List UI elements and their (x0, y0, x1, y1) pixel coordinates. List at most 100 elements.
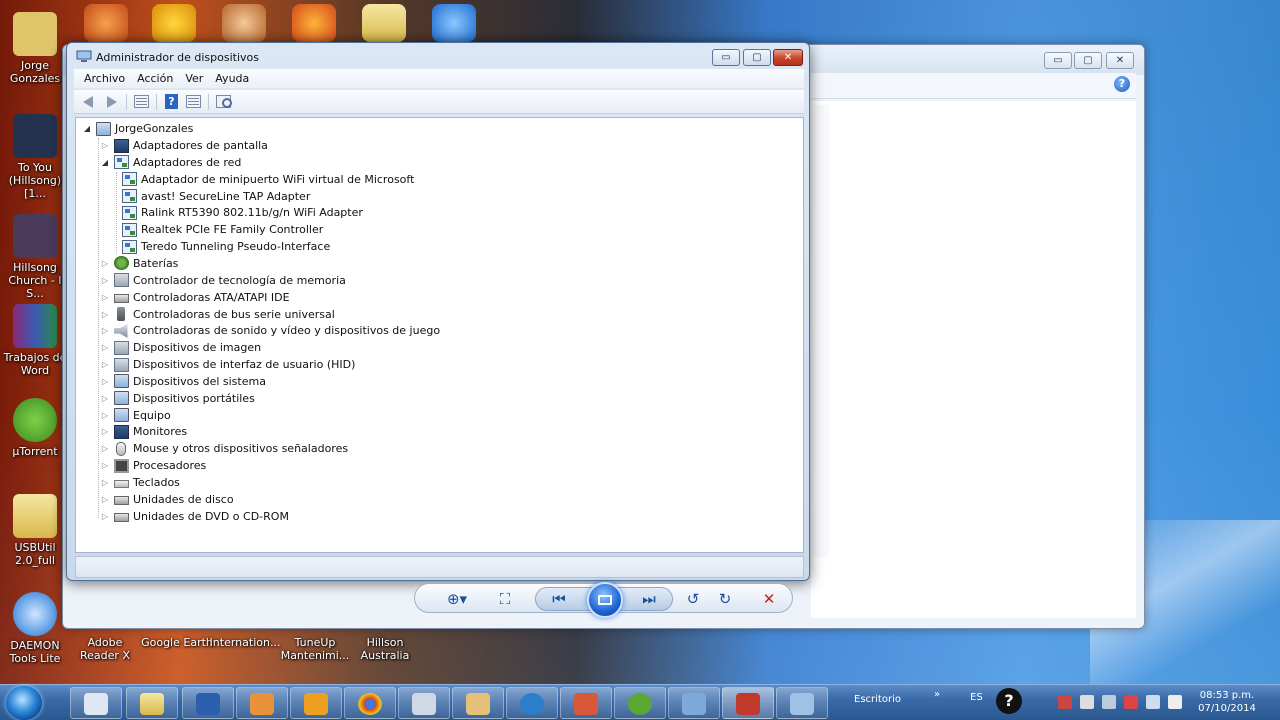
tree-category[interactable]: ▷ Controladoras de bus serie universal (100, 306, 335, 323)
taskbar-explorer[interactable] (126, 687, 178, 719)
slideshow-button[interactable] (587, 582, 623, 618)
expand-icon[interactable]: ▷ (100, 411, 110, 420)
maximize-button[interactable]: ▢ (743, 49, 771, 66)
tree-child-item[interactable]: Realtek PCIe FE Family Controller (118, 221, 323, 238)
taskbar-app-12[interactable] (668, 687, 720, 719)
signal-icon[interactable] (1146, 695, 1160, 709)
tree-category[interactable]: ▷ Controladoras ATA/ATAPI IDE (100, 289, 290, 306)
tray-icon[interactable] (1058, 695, 1072, 709)
tree-category[interactable]: ▷ Dispositivos portátiles (100, 390, 255, 407)
tree-child-item[interactable]: Teredo Tunneling Pseudo-Interface (118, 238, 330, 255)
rotate-right-icon[interactable]: ↻ (713, 589, 737, 609)
taskbar-app-10[interactable] (560, 687, 612, 719)
help-icon[interactable]: ? (1114, 76, 1130, 92)
tree-category[interactable]: ▷ Dispositivos de interfaz de usuario (HI… (100, 356, 355, 373)
tree-category[interactable]: ▷ Equipo (100, 407, 171, 424)
desktop-toolbar-label[interactable]: Escritorio (854, 694, 901, 705)
tray-icon[interactable] (1080, 695, 1094, 709)
taskbar-app-7[interactable] (398, 687, 450, 719)
volume-icon[interactable] (1102, 695, 1116, 709)
tree-category[interactable]: ▷ Unidades de disco (100, 491, 234, 508)
tree-category[interactable]: ▷ Teclados (100, 474, 180, 491)
window-titlebar[interactable]: Administrador de dispositivos ▭ ▢ ✕ (67, 43, 809, 69)
network-warning-icon[interactable] (1124, 695, 1138, 709)
collapse-icon[interactable]: ◢ (82, 124, 92, 133)
tree-child-item[interactable]: Ralink RT5390 802.11b/g/n WiFi Adapter (118, 204, 363, 221)
desktop-icon-top-1[interactable] (84, 4, 128, 42)
menu-archivo[interactable]: Archivo (78, 72, 131, 85)
tree-child-item[interactable]: Adaptador de minipuerto WiFi virtual de … (118, 171, 414, 188)
folder-icon[interactable] (362, 4, 406, 42)
desktop-icon-adobe-reader[interactable]: Adobe Reader X (68, 636, 142, 662)
desktop-icon-google-earth[interactable]: Google Earth (138, 636, 216, 649)
expand-icon[interactable]: ▷ (100, 343, 110, 352)
tree-root[interactable]: ◢ JorgeGonzales (82, 120, 193, 137)
scan-hardware-icon[interactable] (214, 93, 233, 110)
taskbar-utorrent[interactable] (614, 687, 666, 719)
expand-icon[interactable]: ▷ (100, 461, 110, 470)
view-icon[interactable] (184, 93, 203, 110)
expand-icon[interactable]: ▷ (100, 259, 110, 268)
taskbar-photo-viewer[interactable] (776, 687, 828, 719)
rotate-left-icon[interactable]: ↺ (681, 589, 705, 609)
expand-icon[interactable]: ▷ (100, 495, 110, 504)
tree-category[interactable]: ▷ Baterías (100, 255, 178, 272)
menu-ayuda[interactable]: Ayuda (209, 72, 255, 85)
desktop-icon-top-2[interactable] (152, 4, 196, 42)
expand-icon[interactable]: ▷ (100, 394, 110, 403)
taskbar-device-manager[interactable] (722, 687, 774, 719)
previous-icon[interactable]: ⏮ (547, 589, 571, 609)
tree-category[interactable]: ▷ Controlador de tecnología de memoria (100, 272, 346, 289)
expand-icon[interactable]: ▷ (100, 444, 110, 453)
expand-icon[interactable]: ▷ (100, 478, 110, 487)
collapse-icon[interactable]: ◢ (100, 158, 110, 167)
minimize-button[interactable]: ▭ (712, 49, 740, 66)
language-indicator[interactable]: ES (970, 692, 983, 703)
clock[interactable]: 08:53 p.m. 07/10/2014 (1192, 689, 1262, 715)
taskbar-paint[interactable] (452, 687, 504, 719)
properties-icon[interactable] (132, 93, 151, 110)
tree-category[interactable]: ▷ Controladoras de sonido y vídeo y dispo… (100, 322, 440, 339)
next-icon[interactable]: ⏭ (637, 589, 661, 609)
help-tray-icon[interactable]: ? (996, 688, 1022, 714)
tree-category[interactable]: ▷ Monitores (100, 423, 187, 440)
tree-category[interactable]: ▷ Adaptadores de pantalla (100, 137, 268, 154)
photo-viewer-close-button[interactable]: ✕ (1106, 52, 1134, 69)
desktop-icon-hillson-australia[interactable]: Hillson Australia (348, 636, 422, 662)
tree-category[interactable]: ▷ Unidades de DVD o CD-ROM (100, 508, 289, 525)
device-tree[interactable]: ◢ JorgeGonzales ▷ Adaptadores de pantalla… (75, 117, 804, 553)
fit-window-icon[interactable]: ⛶ (493, 589, 517, 609)
expand-icon[interactable]: ▷ (100, 310, 110, 319)
photo-viewer-maximize-button[interactable]: ▢ (1074, 52, 1102, 69)
photo-viewer-minimize-button[interactable]: ▭ (1044, 52, 1072, 69)
firefox-icon[interactable] (292, 4, 336, 42)
tree-category[interactable]: ◢ Adaptadores de red (100, 154, 241, 171)
desktop-icon-international[interactable]: Internation... (208, 636, 282, 649)
taskbar-word[interactable] (182, 687, 234, 719)
expand-icon[interactable]: ▷ (100, 141, 110, 150)
taskbar-app-4[interactable] (236, 687, 288, 719)
expand-icon[interactable]: ▷ (100, 427, 110, 436)
tree-category[interactable]: ▷ Dispositivos de imagen (100, 339, 261, 356)
expand-icon[interactable]: ▷ (100, 512, 110, 521)
device-manager-window[interactable]: Administrador de dispositivos ▭ ▢ ✕ Arch… (66, 42, 810, 581)
taskbar-chrome[interactable] (344, 687, 396, 719)
expand-icon[interactable]: ▷ (100, 293, 110, 302)
tree-category[interactable]: ▷ Dispositivos del sistema (100, 373, 266, 390)
itunes-icon[interactable] (432, 4, 476, 42)
close-button[interactable]: ✕ (773, 49, 803, 66)
desktop-icon-tuneup[interactable]: TuneUp Mantenimi... (278, 636, 352, 662)
help-icon[interactable]: ? (162, 93, 181, 110)
delete-icon[interactable]: ✕ (757, 589, 781, 609)
desktop-icon-top-3[interactable] (222, 4, 266, 42)
expand-icon[interactable]: ▷ (100, 360, 110, 369)
taskbar-hp[interactable] (506, 687, 558, 719)
menu-accion[interactable]: Acción (131, 72, 179, 85)
tree-category[interactable]: ▷ Procesadores (100, 457, 206, 474)
start-button[interactable] (6, 686, 42, 720)
expand-icon[interactable]: ▷ (100, 326, 110, 335)
menu-ver[interactable]: Ver (179, 72, 209, 85)
taskbar-app-1[interactable] (70, 687, 122, 719)
tree-child-item[interactable]: avast! SecureLine TAP Adapter (118, 188, 310, 205)
zoom-icon[interactable]: ⊕▾ (441, 589, 473, 609)
